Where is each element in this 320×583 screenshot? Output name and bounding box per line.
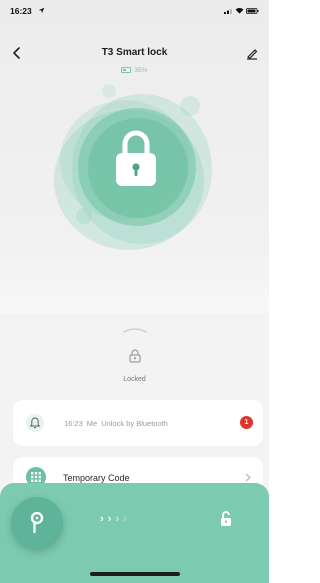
handle-icon[interactable]: [123, 327, 147, 333]
log-entry-text: 16:23 Me Unlock by Bluetooth: [64, 419, 172, 428]
battery-icon: [121, 67, 132, 74]
arrow-1: ›: [100, 513, 108, 525]
latest-log-card[interactable]: 16:23 Me Unlock by Bluetooth 1: [13, 400, 263, 446]
status-time: 16:23: [10, 6, 32, 16]
battery-icon: [246, 8, 259, 14]
wifi-icon: [235, 8, 244, 14]
bell-icon-wrap: [26, 414, 44, 432]
unlock-icon: [221, 511, 231, 526]
key-icon: [30, 512, 44, 534]
signal-icon: [224, 9, 232, 14]
location-arrow-icon: [38, 7, 45, 14]
chevron-right-icon: [245, 473, 251, 482]
lock-state-label: Locked: [123, 376, 146, 383]
log-user: Me: [86, 419, 98, 428]
home-indicator: [90, 572, 180, 576]
status-bar: 16:23: [0, 0, 269, 24]
grid-icon: [31, 472, 41, 482]
padlock-icon[interactable]: [114, 128, 158, 188]
unread-badge: 1: [240, 416, 253, 429]
small-padlock-icon: [129, 349, 141, 363]
edit-button[interactable]: [244, 45, 260, 61]
bell-icon: [30, 417, 40, 429]
log-action: Unlock by Bluetooth: [101, 419, 168, 428]
log-time: 16:23: [64, 419, 83, 428]
lock-screen: 16:23 T3 Smart lock 35% Locked 16:23 Me …: [0, 0, 269, 583]
slide-arrows: ››››: [100, 513, 170, 527]
slider-knob[interactable]: [11, 497, 63, 549]
temporary-code-label: Temporary Code: [63, 473, 130, 483]
arrow-3: ›: [115, 513, 124, 525]
device-battery: 35%: [0, 67, 269, 74]
page-title: T3 Smart lock: [101, 47, 168, 58]
arrow-4: ›: [123, 513, 131, 525]
battery-level: 35%: [134, 67, 148, 74]
